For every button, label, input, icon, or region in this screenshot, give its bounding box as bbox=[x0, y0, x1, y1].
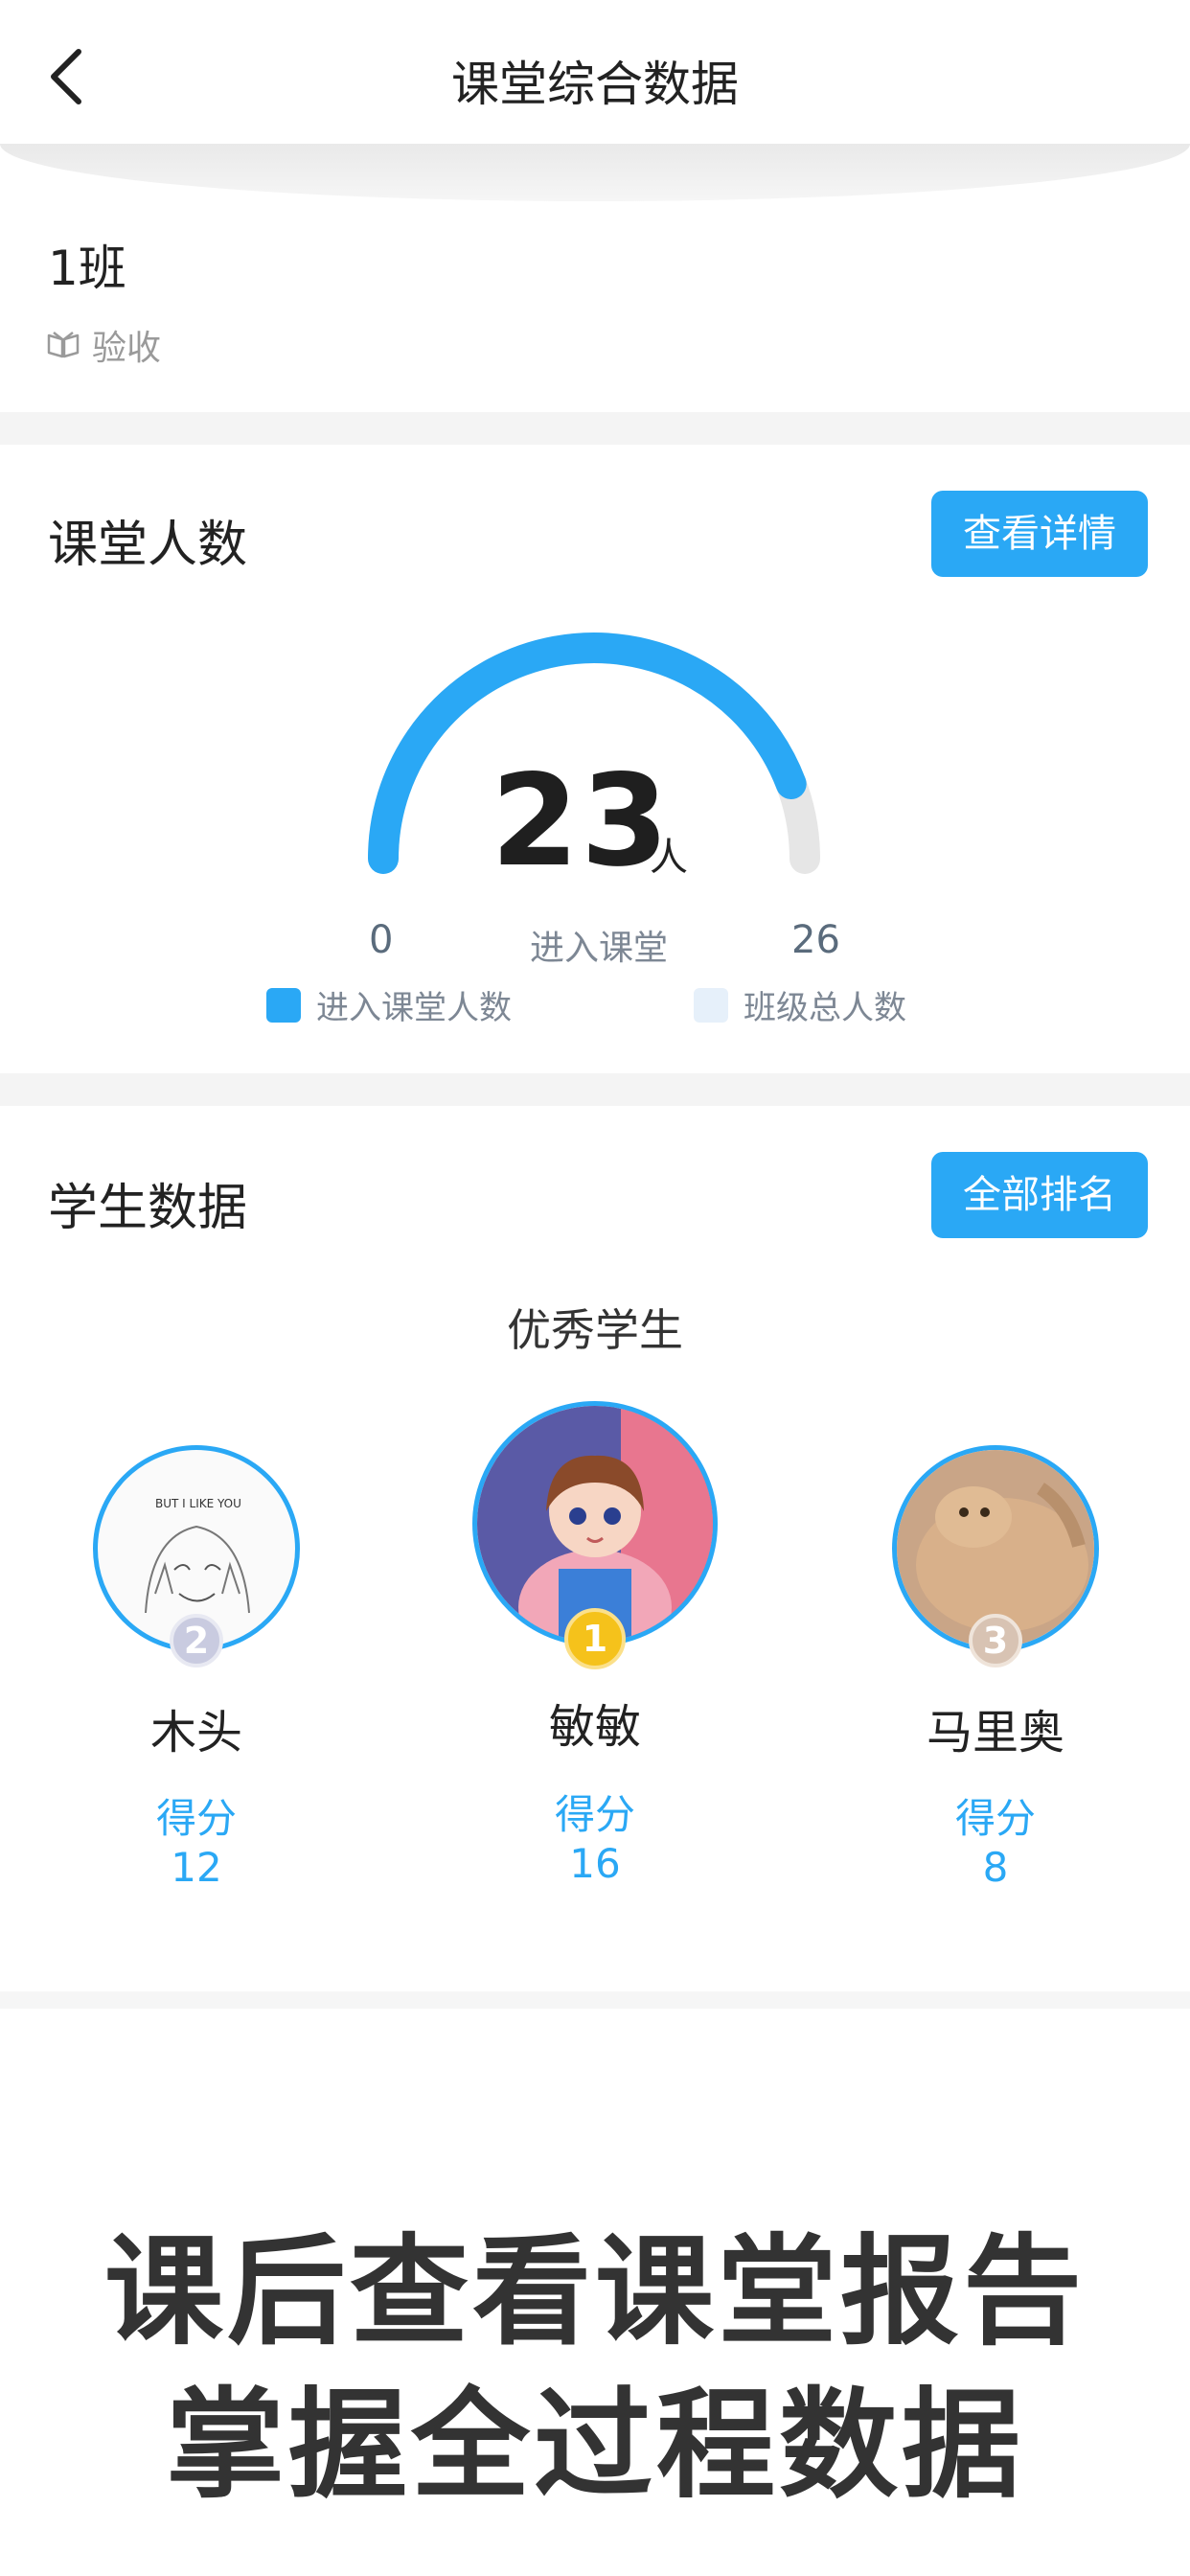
entered-count: 23 bbox=[491, 748, 671, 895]
status-label: 验收 bbox=[92, 329, 162, 368]
gauge-center-label: 进入课堂 bbox=[529, 929, 668, 968]
legend-label-entered: 进入课堂人数 bbox=[316, 989, 512, 1027]
svg-text:BUT I LIKE YOU: BUT I LIKE YOU bbox=[155, 1497, 241, 1510]
score-value: 16 bbox=[569, 1840, 621, 1887]
score-label: 得分 bbox=[554, 1791, 635, 1838]
gauge-max-label: 26 bbox=[791, 918, 840, 962]
student-name: 马里奥 bbox=[926, 1706, 1064, 1760]
student-name: 敏敏 bbox=[548, 1700, 641, 1754]
rank-badge: 2 bbox=[170, 1614, 223, 1668]
class-name: 1班 bbox=[48, 241, 126, 296]
legend-total: 班级总人数 bbox=[694, 981, 906, 1028]
rank-badge: 3 bbox=[969, 1614, 1022, 1668]
students-title: 学生数据 bbox=[48, 1180, 248, 1237]
legend-label-total: 班级总人数 bbox=[744, 989, 906, 1027]
header-shadow bbox=[0, 144, 1190, 201]
attendance-title: 课堂人数 bbox=[48, 517, 248, 574]
score-label: 得分 bbox=[155, 1795, 237, 1842]
view-details-button[interactable]: 查看详情 bbox=[931, 491, 1148, 577]
score-value: 12 bbox=[171, 1844, 222, 1891]
top-students-subtitle: 优秀学生 bbox=[507, 1304, 683, 1356]
section-divider bbox=[0, 1073, 1190, 1106]
legend-entered: 进入课堂人数 bbox=[266, 981, 512, 1028]
full-ranking-button[interactable]: 全部排名 bbox=[931, 1152, 1148, 1238]
promo-line-2: 掌握全过程数据 bbox=[165, 2377, 1024, 2515]
section-divider bbox=[0, 1991, 1190, 2009]
book-icon bbox=[47, 332, 80, 358]
count-unit: 人 bbox=[650, 836, 688, 880]
student-card-rank-1[interactable]: 1 敏敏 得分 16 bbox=[451, 1395, 739, 1913]
score-label: 得分 bbox=[954, 1795, 1036, 1842]
section-divider bbox=[0, 412, 1190, 445]
legend-swatch-total bbox=[694, 987, 728, 1023]
student-name: 木头 bbox=[149, 1706, 242, 1760]
girl-illustration-image bbox=[477, 1406, 713, 1642]
status-row: 验收 bbox=[46, 320, 161, 370]
promo-line-1: 课后查看课堂报告 bbox=[103, 2223, 1086, 2361]
gauge-min-label: 0 bbox=[369, 918, 394, 962]
student-card-rank-3[interactable]: 3 马里奥 得分 8 bbox=[852, 1438, 1139, 1917]
header-bar: 课堂综合数据 bbox=[0, 0, 1190, 144]
legend-swatch-entered bbox=[266, 987, 301, 1023]
rank-badge: 1 bbox=[564, 1608, 626, 1669]
student-card-rank-2[interactable]: BUT I LIKE YOU 2 木头 得分 12 bbox=[53, 1438, 340, 1917]
page-title: 课堂综合数据 bbox=[451, 57, 739, 112]
score-value: 8 bbox=[982, 1844, 1009, 1891]
